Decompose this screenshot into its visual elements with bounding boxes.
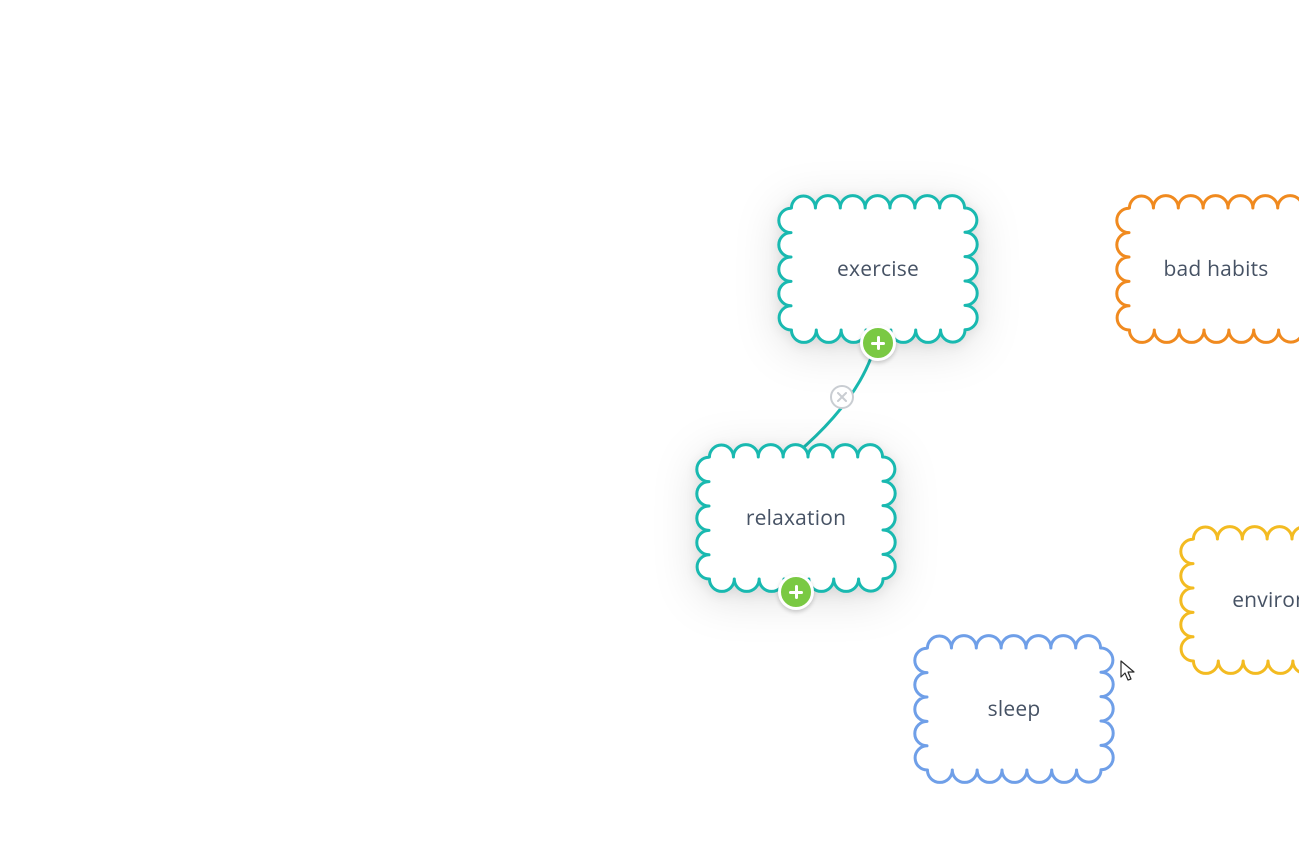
node-sleep-label: sleep [988, 695, 1041, 723]
add-child-button[interactable] [860, 325, 896, 361]
node-environment[interactable]: environm [1178, 524, 1299, 676]
node-relaxation[interactable]: relaxation [694, 442, 898, 594]
node-exercise-label: exercise [837, 255, 919, 283]
cursor-icon [1120, 660, 1136, 682]
node-sleep[interactable]: sleep [912, 633, 1116, 785]
node-bad-habits[interactable]: bad habits [1114, 193, 1299, 345]
add-child-button[interactable] [778, 574, 814, 610]
node-bad-habits-label: bad habits [1163, 255, 1268, 283]
node-exercise[interactable]: exercise [776, 193, 980, 345]
mindmap-canvas[interactable]: exercise relaxation sleep bad habits env… [0, 0, 1299, 866]
node-environment-label: environm [1232, 586, 1299, 614]
node-relaxation-label: relaxation [746, 504, 846, 532]
delete-connector-button[interactable] [830, 385, 854, 409]
